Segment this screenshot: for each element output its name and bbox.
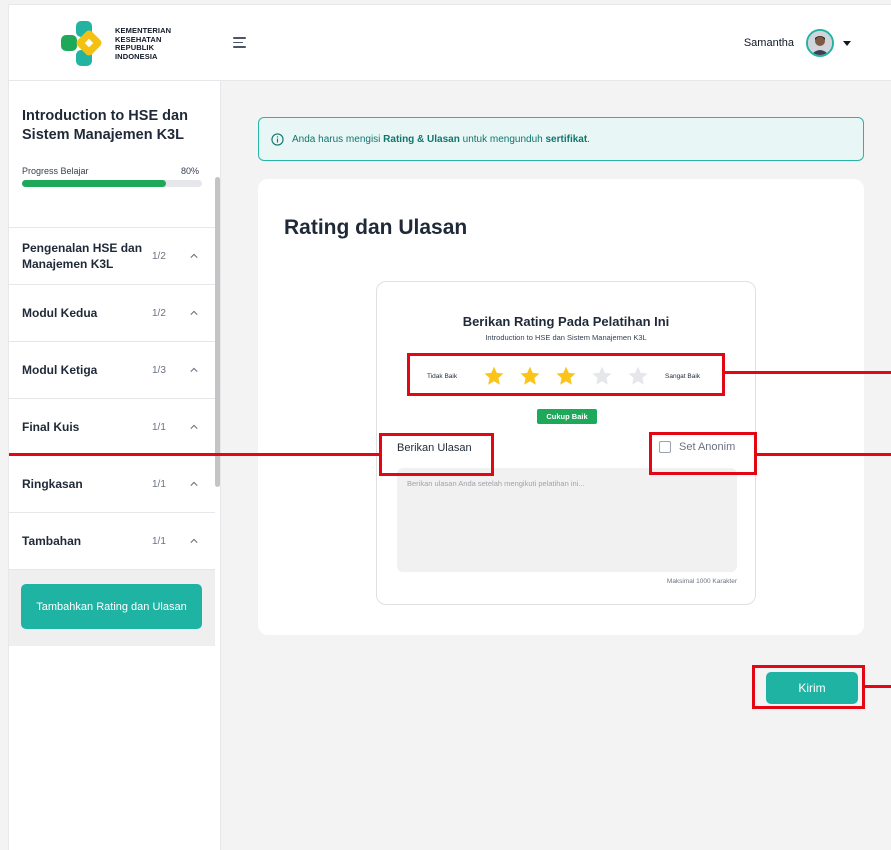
course-name: Introduction to HSE dan Sistem Manajemen… — [485, 333, 647, 342]
module-count: 1/2 — [152, 307, 166, 319]
anonymous-checkbox[interactable] — [659, 441, 671, 453]
progress-bar-fill — [22, 180, 166, 187]
star-empty-icon[interactable] — [627, 365, 649, 387]
course-sidebar: Introduction to HSE dan Sistem Manajemen… — [9, 81, 221, 850]
module-item[interactable]: Modul Ketiga 1/3 — [9, 341, 215, 398]
avatar[interactable] — [806, 29, 834, 57]
module-count: 1/1 — [152, 478, 166, 490]
top-header: KEMENTERIAN KESEHATAN REPUBLIK INDONESIA… — [9, 5, 891, 81]
progress-percent: 80% — [181, 166, 200, 176]
info-icon — [271, 132, 284, 146]
module-name: Ringkasan — [22, 477, 83, 491]
module-item[interactable]: Tambahan 1/1 — [9, 512, 215, 569]
max-characters-hint: Maksimal 1000 Karakter — [666, 578, 737, 585]
module-name: Tambahan — [22, 534, 82, 548]
star-rating: Tidak Baik Sangat Baik — [415, 363, 715, 389]
module-name: Pengenalan HSE dan Manajemen K3L — [22, 241, 143, 271]
star-filled-icon[interactable] — [519, 365, 541, 387]
anonymous-toggle[interactable]: Set Anonim — [659, 441, 735, 453]
sidebar-scrollbar[interactable] — [215, 177, 220, 487]
module-item[interactable]: Pengenalan HSE dan Manajemen K3L 1/2 — [9, 227, 215, 284]
module-item[interactable]: Final Kuis 1/1 — [9, 398, 215, 455]
chevron-up-icon[interactable] — [190, 423, 198, 431]
user-menu[interactable]: Samantha — [744, 29, 851, 57]
star-filled-icon[interactable] — [483, 365, 505, 387]
annotation-submit-line — [865, 685, 891, 688]
rating-heading: Berikan Rating Pada Pelatihan Ini — [462, 314, 670, 329]
chevron-up-icon[interactable] — [190, 309, 198, 317]
submit-button[interactable]: Kirim — [766, 672, 858, 704]
star-filled-icon[interactable] — [555, 365, 577, 387]
module-count: 1/1 — [152, 535, 166, 547]
module-item[interactable]: Ringkasan 1/1 — [9, 455, 215, 512]
module-count: 1/3 — [152, 364, 166, 376]
star-list — [483, 365, 649, 387]
progress-bar — [22, 180, 202, 187]
kemenkes-logo-icon — [61, 21, 102, 66]
rating-low-label: Tidak Baik — [427, 372, 458, 380]
sidebar-cta-area: Tambahkan Rating dan Ulasan — [9, 569, 215, 646]
logo-line: INDONESIA — [115, 51, 158, 61]
anonymous-label: Set Anonim — [679, 441, 736, 453]
rating-form: Berikan Rating Pada Pelatihan Ini Introd… — [376, 281, 756, 605]
page-title: Rating dan Ulasan — [284, 216, 468, 239]
progress-label: Progress Belajar — [22, 166, 89, 176]
chevron-up-icon[interactable] — [190, 366, 198, 374]
kemenkes-logo[interactable]: KEMENTERIAN KESEHATAN REPUBLIK INDONESIA — [59, 19, 171, 69]
chevron-up-icon[interactable] — [190, 480, 198, 488]
course-title: Introduction to HSE dan Sistem Manajemen… — [22, 108, 188, 143]
add-rating-review-button[interactable]: Tambahkan Rating dan Ulasan — [21, 584, 202, 629]
module-name: Modul Ketiga — [22, 363, 98, 377]
module-name: Modul Kedua — [22, 306, 98, 320]
rating-high-label: Sangat Baik — [665, 372, 701, 380]
rating-badge: Cukup Baik — [537, 409, 597, 424]
alert-text: Anda harus mengisi Rating & Ulasan untuk… — [292, 133, 590, 145]
module-item[interactable]: Modul Kedua 1/2 — [9, 284, 215, 341]
star-empty-icon[interactable] — [591, 365, 613, 387]
hamburger-menu-icon[interactable] — [233, 37, 246, 48]
module-name: Final Kuis — [22, 420, 80, 434]
chevron-down-icon[interactable] — [843, 40, 851, 46]
chevron-up-icon[interactable] — [190, 252, 198, 260]
user-name: Samantha — [743, 37, 794, 49]
review-label: Berikan Ulasan — [397, 442, 472, 454]
user-avatar-icon — [808, 31, 832, 55]
info-alert: Anda harus mengisi Rating & Ulasan untuk… — [258, 117, 864, 161]
chevron-up-icon[interactable] — [190, 537, 198, 545]
module-count: 1/2 — [152, 250, 166, 262]
review-textarea[interactable] — [397, 468, 737, 572]
module-count: 1/1 — [152, 421, 166, 433]
rating-review-card: Rating dan Ulasan Berikan Rating Pada Pe… — [258, 179, 864, 635]
logo-text: KEMENTERIAN KESEHATAN REPUBLIK INDONESIA — [115, 26, 171, 61]
module-list: Pengenalan HSE dan Manajemen K3L 1/2 Mod… — [9, 227, 215, 569]
app-window: KEMENTERIAN KESEHATAN REPUBLIK INDONESIA… — [9, 5, 891, 850]
